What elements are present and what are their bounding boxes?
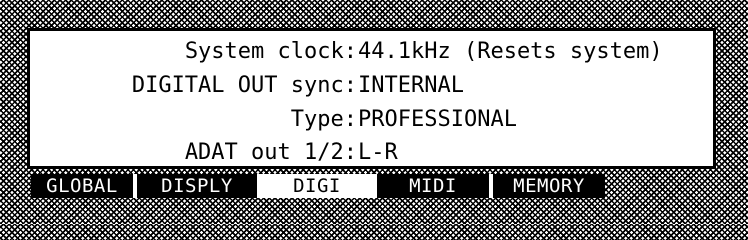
- adat-out-value[interactable]: L-R: [358, 138, 398, 168]
- tab-global[interactable]: GLOBAL: [31, 174, 133, 198]
- system-clock-row[interactable]: System clock: 44.1kHz (Resets system): [30, 37, 713, 67]
- type-label: Type:: [290, 107, 357, 132]
- adat-out-row[interactable]: ADAT out 1/2: L-R: [30, 138, 713, 168]
- page-tab-bar: GLOBAL DISPLY DIGI MIDI MEMORY: [31, 174, 711, 198]
- digital-out-sync-value[interactable]: INTERNAL: [358, 71, 464, 101]
- tab-disply[interactable]: DISPLY: [137, 174, 257, 198]
- tab-midi[interactable]: MIDI: [377, 174, 489, 198]
- tab-digi[interactable]: DIGI: [257, 174, 377, 198]
- system-clock-value[interactable]: 44.1kHz (Resets system): [358, 37, 663, 67]
- tab-memory[interactable]: MEMORY: [493, 174, 605, 198]
- digital-out-sync-label: DIGITAL OUT sync:: [131, 73, 357, 98]
- adat-out-label: ADAT out 1/2:: [184, 140, 357, 165]
- digital-out-sync-row[interactable]: DIGITAL OUT sync: INTERNAL: [30, 71, 713, 101]
- system-clock-label: System clock:: [184, 39, 357, 64]
- lcd-settings-panel: System clock: 44.1kHz (Resets system) DI…: [27, 28, 716, 169]
- type-value[interactable]: PROFESSIONAL: [358, 105, 517, 135]
- type-row[interactable]: Type: PROFESSIONAL: [30, 105, 713, 135]
